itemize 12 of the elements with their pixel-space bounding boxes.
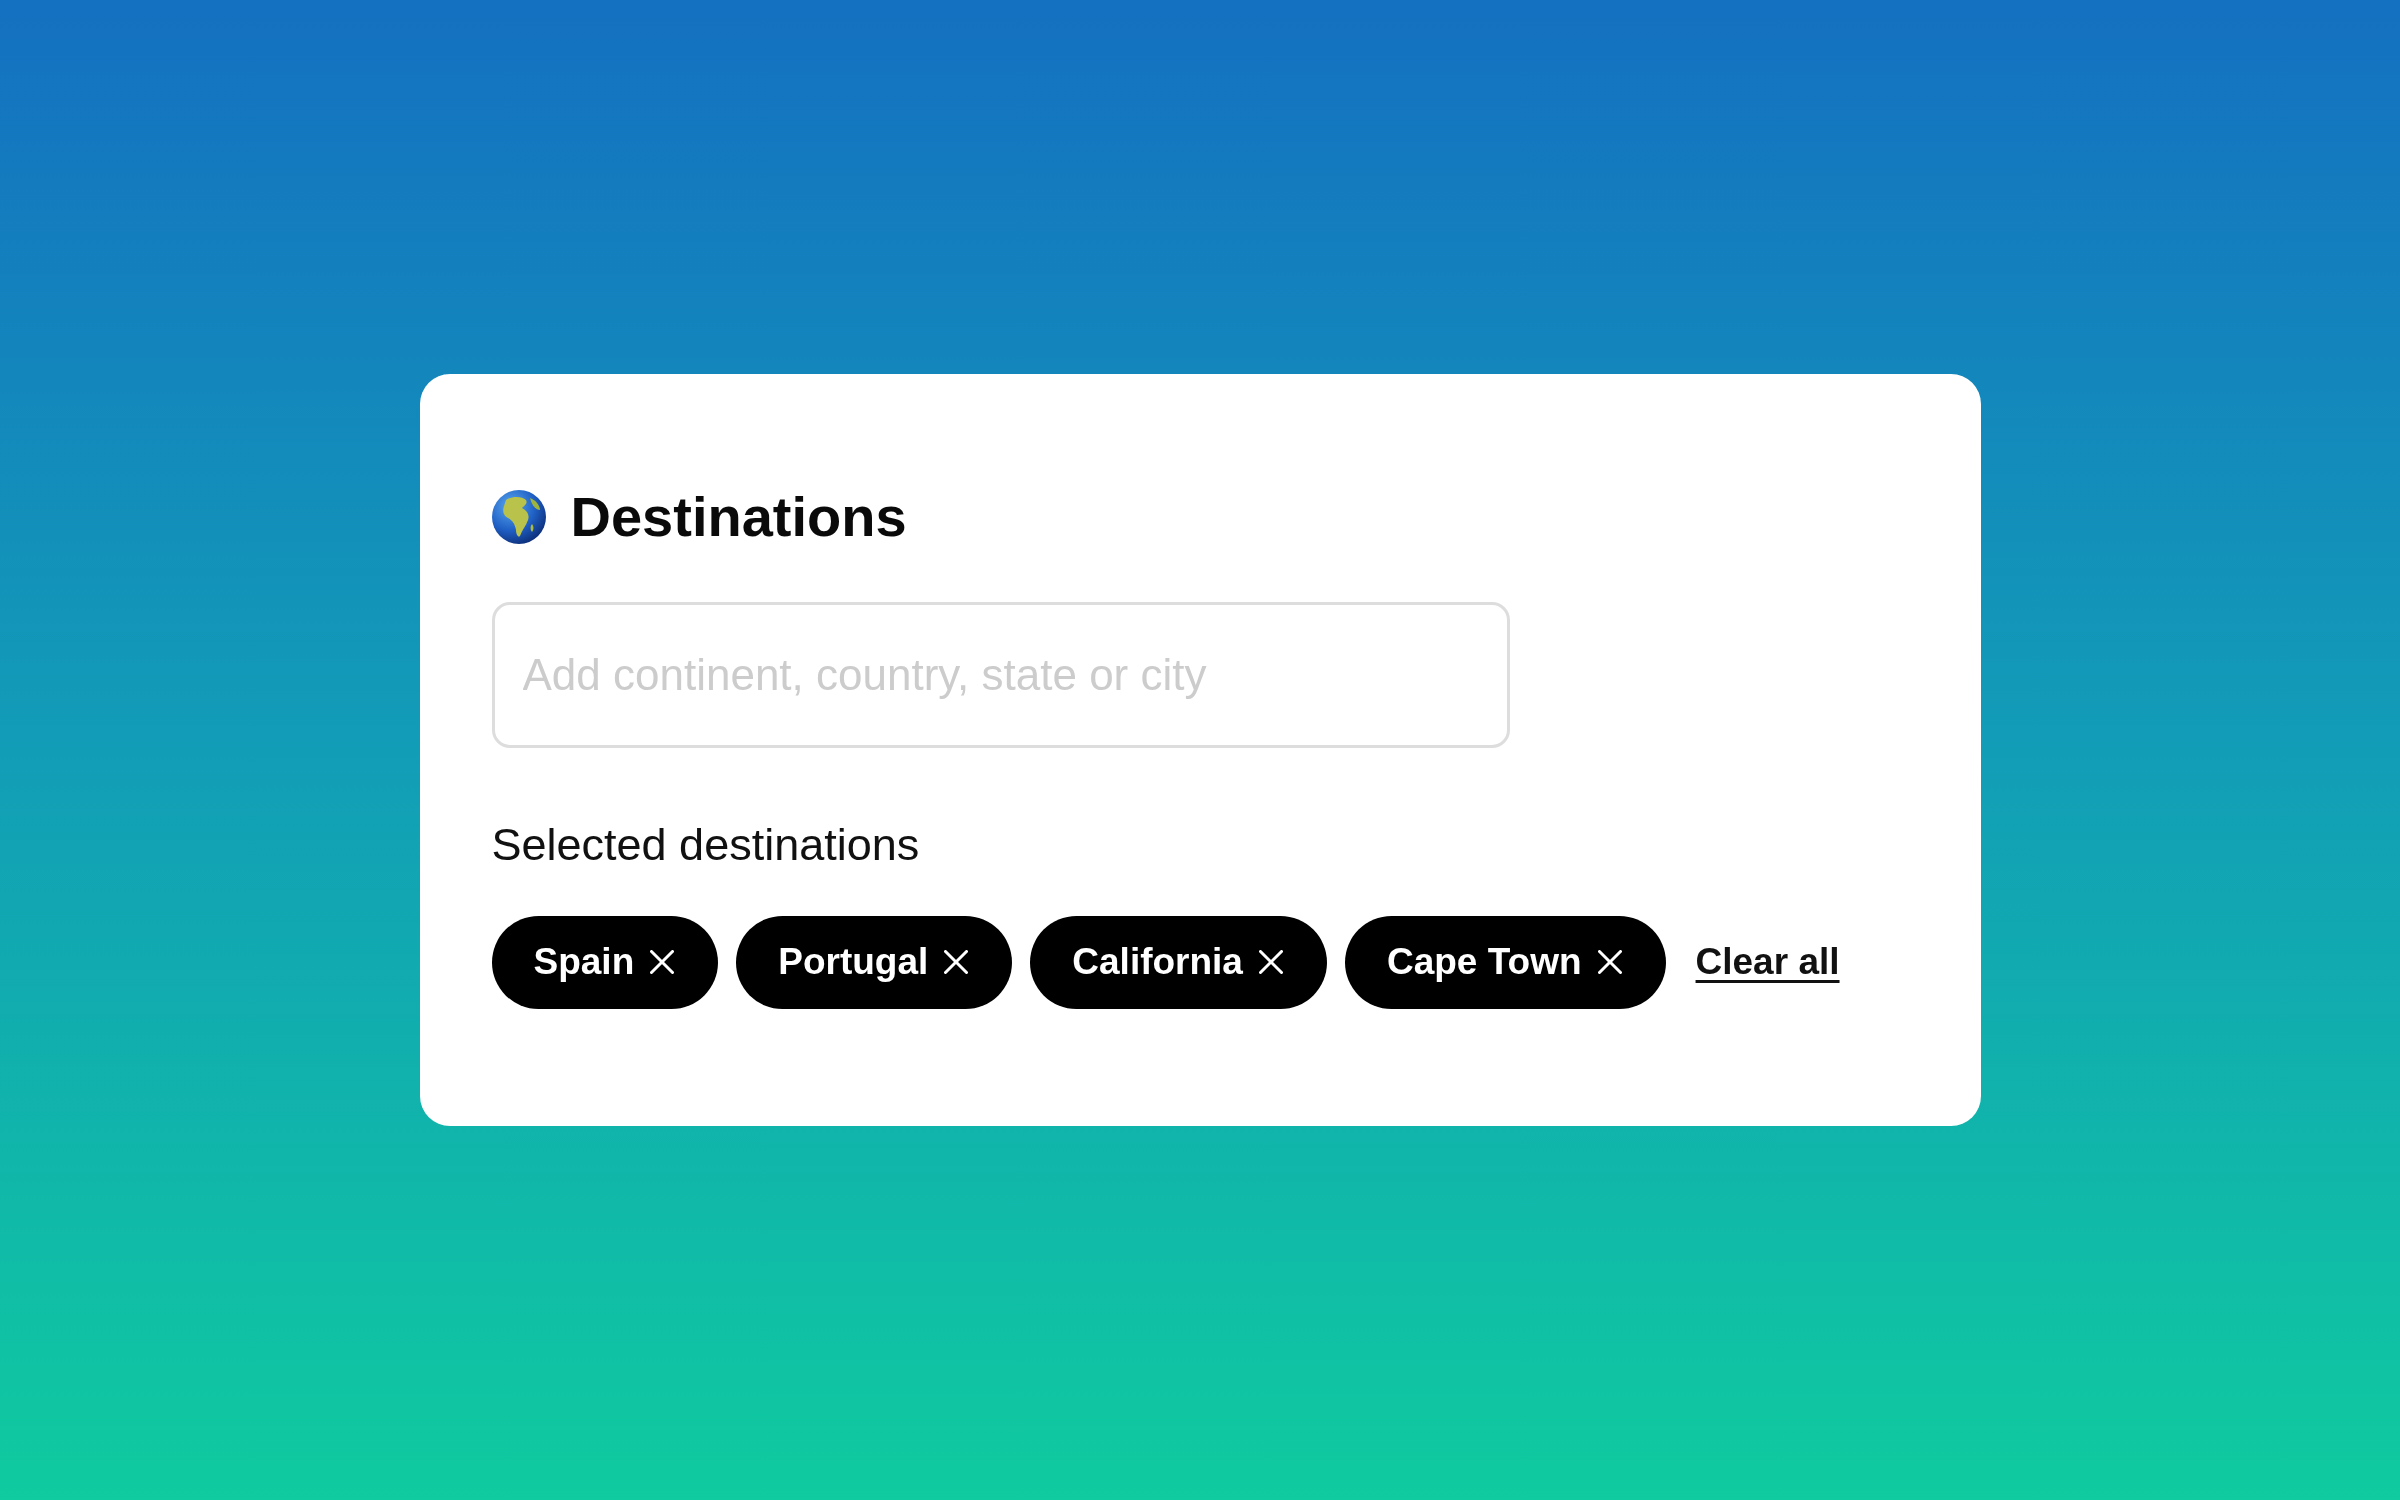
clear-all-link[interactable]: Clear all bbox=[1695, 941, 1840, 984]
destination-chip[interactable]: California bbox=[1030, 915, 1327, 1009]
card-title: Destinations bbox=[570, 486, 907, 549]
close-icon[interactable] bbox=[1597, 950, 1622, 975]
destination-chip[interactable]: Portugal bbox=[736, 915, 1013, 1009]
close-icon[interactable] bbox=[650, 950, 675, 975]
section-label: Selected destinations bbox=[491, 820, 921, 870]
globe-icon bbox=[491, 490, 546, 545]
close-icon[interactable] bbox=[1258, 950, 1283, 975]
close-icon[interactable] bbox=[944, 950, 969, 975]
destination-chip[interactable]: Spain bbox=[491, 915, 719, 1009]
destination-chip[interactable]: Cape Town bbox=[1344, 915, 1666, 1009]
